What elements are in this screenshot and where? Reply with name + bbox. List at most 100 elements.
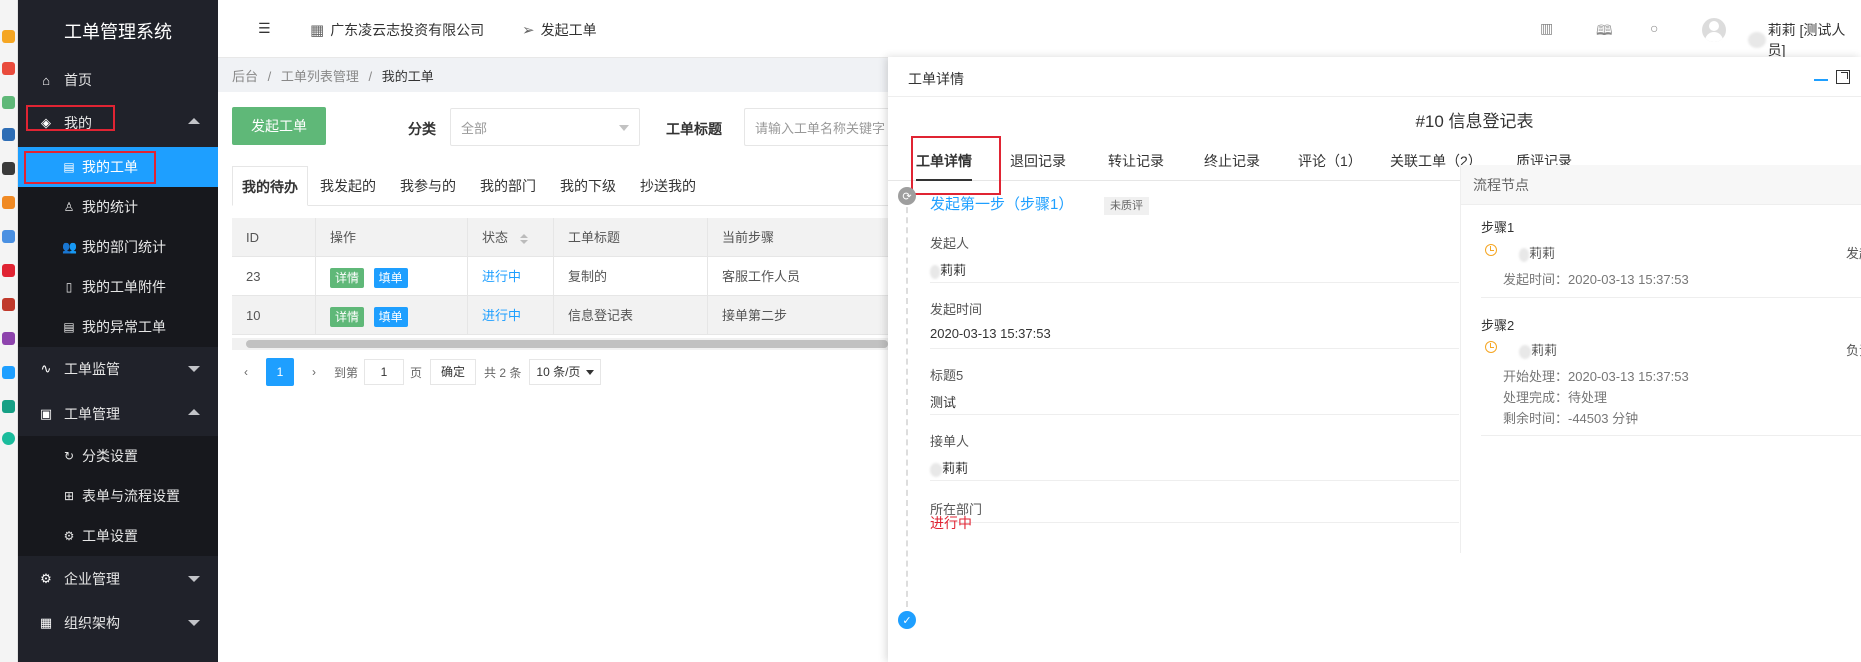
field-value: 2020-03-13 15:37:53 xyxy=(930,326,1051,341)
sidebar-item-org[interactable]: ▦ 组织架构 xyxy=(18,603,218,643)
qrcode-icon[interactable]: ▥ xyxy=(1540,20,1553,37)
send-icon: ➢ xyxy=(522,22,535,39)
goto-label: 到第 xyxy=(334,365,359,380)
extension-icon[interactable] xyxy=(2,432,15,445)
tab-todo[interactable]: 我的待办 xyxy=(232,166,308,206)
flow-step-role: 负责 xyxy=(1846,343,1861,358)
sidebar-item-enterprise[interactable]: ⚙ 企业管理 xyxy=(18,559,218,599)
detail-button[interactable]: 详情 xyxy=(330,267,365,288)
sidebar-item-my-stats[interactable]: ♙ 我的统计 xyxy=(18,187,218,227)
flow-step-detail: 发起时间：2020-03-13 15:37:53 xyxy=(1503,272,1689,287)
ticket-name-text: #10 信息登记表 xyxy=(1415,112,1534,131)
message-icon[interactable]: ○ xyxy=(1650,20,1658,36)
column-header-label: 状态 xyxy=(482,230,509,245)
category-select[interactable]: 全部 xyxy=(450,108,640,146)
fill-button[interactable]: 填单 xyxy=(373,267,408,288)
sidebar-item-manage[interactable]: ▣ 工单管理 xyxy=(18,394,218,434)
extension-icon[interactable] xyxy=(2,196,15,209)
sidebar-item-ticket-settings[interactable]: ⚙ 工单设置 xyxy=(18,516,218,556)
page-input[interactable]: 1 xyxy=(364,359,405,385)
fill-button[interactable]: 填单 xyxy=(373,306,408,327)
avatar[interactable] xyxy=(1702,18,1726,42)
tab-subordinates[interactable]: 我的下级 xyxy=(550,166,626,206)
tab-initiated[interactable]: 我发起的 xyxy=(310,166,386,206)
sidebar-item-home[interactable]: ⌂ 首页 xyxy=(18,60,218,100)
breadcrumb-root[interactable]: 后台 xyxy=(232,69,258,84)
user-menu[interactable]: 莉莉 [测试人员] xyxy=(1748,20,1861,60)
detail-button[interactable]: 详情 xyxy=(330,306,365,327)
company-name: 广东凌云志投资有限公司 xyxy=(330,22,485,38)
extension-icon[interactable] xyxy=(2,264,15,277)
sidebar-item-label: 我的异常工单 xyxy=(82,319,166,335)
breadcrumb-sep: / xyxy=(368,69,373,84)
menu-toggle-icon[interactable]: ☰ xyxy=(258,20,271,37)
create-ticket-button[interactable]: 发起工单 xyxy=(232,107,326,145)
column-header-sortable[interactable]: 状态 xyxy=(468,218,554,257)
tab-cc[interactable]: 抄送我的 xyxy=(630,166,706,206)
breadcrumb-mid[interactable]: 工单列表管理 xyxy=(281,69,359,84)
tab-transfer-records[interactable]: 转让记录 xyxy=(1108,141,1164,181)
extension-icon[interactable] xyxy=(2,366,15,379)
extension-icon[interactable] xyxy=(2,230,15,243)
confirm-page-button[interactable]: 确定 xyxy=(430,359,477,385)
prev-page-button[interactable]: ‹ xyxy=(232,358,260,386)
chevron-down-icon xyxy=(188,366,200,372)
sort-icon[interactable] xyxy=(519,233,528,244)
home-icon: ⌂ xyxy=(42,72,50,88)
document-icon: ▤ xyxy=(63,320,75,334)
sidebar-item-attachments[interactable]: ▯ 我的工单附件 xyxy=(18,267,218,307)
extension-icon[interactable] xyxy=(2,298,15,311)
maximize-icon[interactable] xyxy=(1836,70,1850,84)
cell-status[interactable]: 进行中 xyxy=(468,296,554,335)
sidebar-item-monitor[interactable]: ∿ 工单监管 xyxy=(18,349,218,389)
tab-participated[interactable]: 我参与的 xyxy=(390,166,466,206)
flow-step-person: 莉莉 xyxy=(1519,243,1555,262)
extension-icon[interactable] xyxy=(2,62,15,75)
grid-icon: ⊞ xyxy=(63,489,75,503)
flow-step-detail: 开始处理：2020-03-13 15:37:53 xyxy=(1503,369,1689,384)
cell-status[interactable]: 进行中 xyxy=(468,257,554,296)
star-icon[interactable] xyxy=(2,30,15,43)
field-assignee: 接单人 莉莉 xyxy=(930,431,1459,481)
title-search-input[interactable]: 请输入工单名称关键字 xyxy=(744,108,888,146)
extension-icon[interactable] xyxy=(2,128,15,141)
sidebar-item-abnormal[interactable]: ▤ 我的异常工单 xyxy=(18,307,218,347)
book-icon[interactable]: 🕮 xyxy=(1596,20,1613,44)
refresh-icon: ↻ xyxy=(63,449,75,463)
extension-icon[interactable] xyxy=(2,400,15,413)
sidebar-item-label: 分类设置 xyxy=(82,448,138,464)
ticket-name: #10 信息登记表 xyxy=(888,107,1861,132)
next-page-button[interactable]: › xyxy=(300,358,328,386)
sidebar-item-dept-stats[interactable]: 👥 我的部门统计 xyxy=(18,227,218,267)
step-pending-icon: ⟳ xyxy=(898,187,916,205)
step-title[interactable]: 发起第一步（步骤1） xyxy=(930,193,1073,214)
page-number[interactable]: 1 xyxy=(266,358,294,386)
scrollbar-thumb[interactable] xyxy=(246,340,888,348)
tab-terminate-records[interactable]: 终止记录 xyxy=(1204,141,1260,181)
tab-comments[interactable]: 评论（1） xyxy=(1298,141,1362,181)
step-timeline: ⟳ ✓ xyxy=(898,187,916,629)
table-scrollbar[interactable] xyxy=(232,338,888,350)
create-ticket-label: 发起工单 xyxy=(540,22,597,38)
field-value-text: 莉莉 xyxy=(942,461,969,476)
status-in-progress: 进行中 xyxy=(930,515,972,531)
tab-department[interactable]: 我的部门 xyxy=(470,166,546,206)
breadcrumb: 后台 / 工单列表管理 / 我的工单 xyxy=(232,66,434,85)
create-ticket-link[interactable]: ➢ 发起工单 xyxy=(522,20,597,40)
breadcrumb-sep: / xyxy=(267,69,272,84)
tab-return-records[interactable]: 退回记录 xyxy=(1010,141,1066,181)
extension-icon[interactable] xyxy=(2,332,15,345)
sidebar-item-category[interactable]: ↻ 分类设置 xyxy=(18,436,218,476)
table-row[interactable]: 23 详情 填单 进行中 复制的 客服工作人员 xyxy=(232,257,888,296)
highlight-box xyxy=(911,136,1001,195)
minimize-icon[interactable] xyxy=(1814,79,1828,81)
flow-step-person: 莉莉 xyxy=(1519,340,1557,359)
app-title: 工单管理系统 xyxy=(64,22,172,42)
page-size-select[interactable]: 10 条/页 xyxy=(529,359,602,385)
company-selector[interactable]: ▦ 广东凌云志投资有限公司 xyxy=(310,20,484,40)
column-header: 工单标题 xyxy=(554,218,708,257)
extension-icon[interactable] xyxy=(2,162,15,175)
extension-icon[interactable] xyxy=(2,96,15,109)
sidebar-item-form-flow[interactable]: ⊞ 表单与流程设置 xyxy=(18,476,218,516)
table-row[interactable]: 10 详情 填单 进行中 信息登记表 接单第二步 xyxy=(232,296,888,335)
